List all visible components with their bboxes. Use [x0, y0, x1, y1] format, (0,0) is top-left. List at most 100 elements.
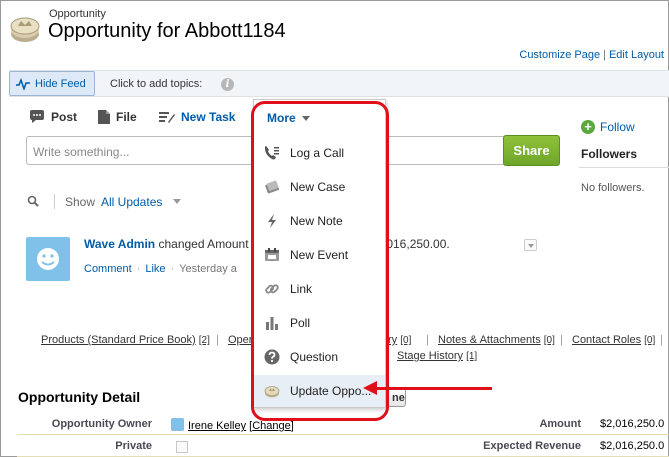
- related-link-contact-roles[interactable]: Contact Roles [0]: [572, 334, 655, 346]
- add-topics-link[interactable]: Click to add topics:: [110, 78, 202, 90]
- followers-heading: Followers: [581, 147, 638, 161]
- related-link-label: Products (Standard Price Book): [41, 334, 196, 346]
- field-value-expected-revenue: $2,016,250.0: [600, 440, 665, 452]
- timestamp: Yesterday a: [179, 263, 237, 275]
- link-icon: [263, 280, 281, 298]
- related-link-count: [0]: [543, 335, 555, 346]
- related-link-products[interactable]: Products (Standard Price Book) [2]: [41, 334, 210, 346]
- field-label: Private: [115, 440, 152, 452]
- feed-amount-text: ,016,250.00.: [383, 237, 450, 251]
- menu-item-label: Link: [290, 282, 313, 296]
- field-value-amount: $2,016,250.0: [600, 418, 665, 430]
- pulse-icon: [16, 77, 30, 90]
- divider: [579, 167, 669, 168]
- related-link-history[interactable]: ry [0]: [388, 334, 411, 346]
- page-title: Opportunity for Abbott1184: [48, 20, 286, 42]
- related-link-count: [1]: [466, 351, 478, 362]
- field-label: Opportunity Owner: [51, 418, 152, 430]
- menu-item-label: New Event: [290, 248, 349, 262]
- menu-item-poll[interactable]: Poll: [254, 307, 385, 339]
- show-filter-label: Show: [65, 195, 96, 209]
- menu-item-label: Update Oppo...: [290, 384, 372, 398]
- feed-actor-link[interactable]: Wave Admin: [84, 237, 155, 251]
- related-link-label: Stage History: [397, 350, 464, 362]
- divider: [54, 194, 55, 209]
- tab-new-task-label: New Task: [181, 110, 236, 124]
- chevron-down-icon[interactable]: [173, 199, 181, 204]
- change-owner-link[interactable]: [Change]: [249, 420, 294, 432]
- lightning-icon: [263, 212, 281, 230]
- field-label: Expected Revenue: [483, 440, 581, 452]
- search-icon[interactable]: [27, 194, 39, 212]
- related-link-count: [0]: [644, 335, 656, 346]
- related-link-label: Oper: [228, 334, 253, 346]
- menu-item-label: New Note: [290, 214, 343, 228]
- tab-new-task[interactable]: New Task: [159, 110, 235, 124]
- feed-action-text: changed Amount: [158, 237, 249, 251]
- tab-post[interactable]: Post: [29, 110, 77, 124]
- feed-toolbar: Hide Feed Click to add topics: i: [9, 70, 669, 97]
- tab-post-label: Post: [51, 110, 78, 124]
- user-icon: [171, 418, 184, 431]
- link-separator: |: [426, 334, 429, 346]
- more-menu-toggle[interactable]: More: [267, 111, 310, 125]
- plus-icon: +: [581, 120, 595, 134]
- feed-item-text: Wave Admin changed Amount: [84, 237, 249, 251]
- related-link-label: Notes & Attachments: [438, 334, 541, 346]
- show-filter-dropdown[interactable]: All Updates: [101, 195, 162, 209]
- private-checkbox: [176, 441, 188, 453]
- follow-label: Follow: [600, 120, 635, 134]
- menu-item-question[interactable]: Question: [254, 341, 385, 373]
- like-link[interactable]: Like: [145, 263, 165, 275]
- related-link-label: ry: [388, 334, 398, 346]
- object-type-label: Opportunity: [49, 8, 106, 20]
- pencil-icon: [159, 112, 175, 123]
- change-label: Change: [252, 420, 291, 432]
- tab-file-label: File: [116, 110, 137, 124]
- hide-feed-button[interactable]: Hide Feed: [9, 71, 95, 96]
- avatar[interactable]: [26, 237, 70, 281]
- menu-item-label: Poll: [290, 316, 311, 330]
- hide-feed-label: Hide Feed: [35, 77, 86, 90]
- follow-button[interactable]: + Follow: [581, 120, 635, 134]
- field-label: Amount: [539, 418, 581, 430]
- menu-item-label: New Case: [290, 180, 346, 194]
- menu-item-label: Question: [290, 350, 339, 364]
- annotation-arrow-shaft: [373, 387, 492, 390]
- more-dropdown-menu: More Log a Call New Case New Note New Ev…: [253, 99, 386, 408]
- related-link-label: Contact Roles: [572, 334, 642, 346]
- menu-item-new-event[interactable]: New Event: [254, 239, 385, 271]
- annotation-arrow-head: [363, 381, 377, 395]
- customize-page-link[interactable]: Customize Page: [519, 49, 600, 61]
- question-icon: [263, 348, 281, 366]
- related-link-notes[interactable]: Notes & Attachments [0]: [438, 334, 555, 346]
- calendar-icon: [263, 246, 281, 264]
- speech-bubble-icon: [30, 110, 44, 123]
- case-icon: [263, 178, 281, 196]
- related-link-open-activities[interactable]: Oper: [228, 334, 252, 346]
- menu-item-log-a-call[interactable]: Log a Call: [254, 137, 385, 169]
- menu-item-new-case[interactable]: New Case: [254, 171, 385, 203]
- menu-item-new-note[interactable]: New Note: [254, 205, 385, 237]
- menu-item-label: Log a Call: [290, 146, 345, 160]
- edit-layout-link[interactable]: Edit Layout: [609, 49, 664, 61]
- dot-separator: ·: [170, 263, 175, 275]
- section-heading: Opportunity Detail: [18, 389, 141, 405]
- link-separator: |: [216, 334, 219, 346]
- feed-item-actions: Comment · Like · Yesterday a: [84, 263, 237, 275]
- page-links: Customize Page | Edit Layout: [519, 49, 664, 61]
- opportunity-object-icon: [9, 13, 41, 45]
- share-button[interactable]: Share: [503, 135, 560, 166]
- comment-link[interactable]: Comment: [84, 263, 132, 275]
- opportunity-icon: [263, 382, 281, 400]
- link-separator: |: [660, 334, 663, 346]
- related-link-stage-history[interactable]: Stage History [1]: [397, 350, 477, 362]
- info-icon[interactable]: i: [221, 78, 234, 91]
- more-label: More: [267, 111, 296, 125]
- chevron-down-icon: [301, 115, 310, 121]
- menu-item-link[interactable]: Link: [254, 273, 385, 305]
- owner-link[interactable]: Irene Kelley: [188, 420, 246, 432]
- no-followers-text: No followers.: [581, 182, 645, 194]
- tab-file[interactable]: File: [98, 110, 137, 124]
- feed-item-menu-button[interactable]: [524, 239, 537, 251]
